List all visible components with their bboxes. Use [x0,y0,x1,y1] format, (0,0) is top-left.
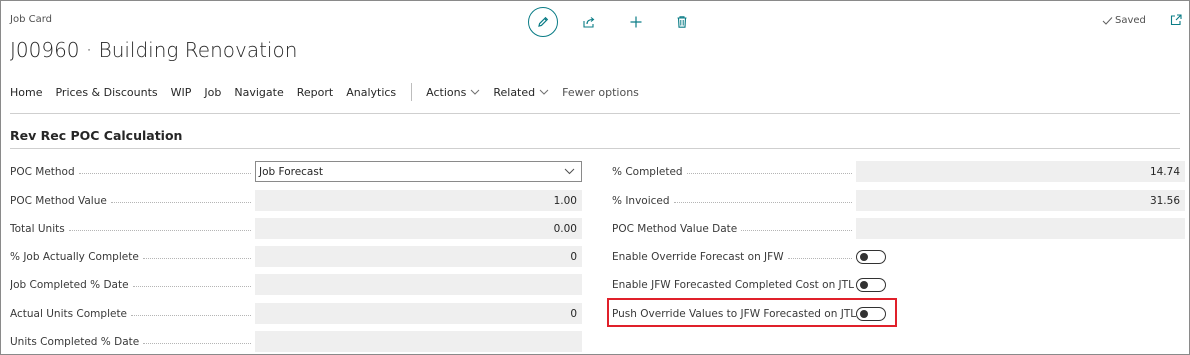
actual-units-complete-field[interactable]: 0 [255,303,582,324]
poc-method-value-date-field[interactable] [856,218,1185,239]
edit-icon [538,16,549,27]
section-title: Rev Rec POC Calculation [10,128,183,143]
menu-fewer-options[interactable]: Fewer options [562,86,639,99]
plus-icon [630,16,642,28]
pct-job-actually-complete-field[interactable]: 0 [255,246,582,267]
open-in-new-window-button[interactable] [1169,12,1183,26]
chevron-down-icon [539,89,549,95]
field-label: POC Method [10,165,75,178]
edit-button[interactable] [528,7,558,37]
select-value: Job Forecast [259,165,323,178]
menu-analytics[interactable]: Analytics [346,86,396,99]
poc-method-value-field[interactable]: 1.00 [255,190,582,211]
field-enable-jfw-forecasted: Enable JFW Forecasted Completed Cost on … [612,274,886,295]
toggle-knob [860,252,868,261]
chevron-down-icon [470,89,480,95]
menu-report[interactable]: Report [297,86,333,99]
job-completed-pct-date-field[interactable] [255,274,582,295]
field-pct-invoiced: % Invoiced 31.56 [612,190,1185,211]
menu-actions[interactable]: Actions [426,86,480,99]
toggle-knob [860,280,868,289]
job-card-window: Job Card J00960 · Building Renovation Sa… [0,0,1190,355]
chevron-down-icon [564,168,575,175]
field-label: % Completed [612,165,683,178]
pct-completed-field[interactable]: 14.74 [856,161,1185,182]
saved-label: Saved [1115,15,1146,26]
delete-icon [677,16,687,28]
popout-icon [1170,14,1182,26]
divider [10,148,1180,149]
menu-separator [411,83,413,101]
field-enable-override-forecast: Enable Override Forecast on JFW [612,246,886,267]
menu-navigate[interactable]: Navigate [234,86,283,99]
divider [10,113,1180,114]
field-units-completed-pct-date: Units Completed % Date [10,331,582,352]
page-title: J00960 · Building Renovation [10,38,298,62]
menu-related-label: Related [493,85,536,99]
menu-wip[interactable]: WIP [171,86,192,99]
page-caption: Job Card [10,14,52,25]
field-pct-completed: % Completed 14.74 [612,161,1185,182]
field-label: Actual Units Complete [10,307,128,320]
checkmark-icon [1102,16,1113,25]
field-pct-job-actually-complete: % Job Actually Complete 0 [10,246,582,267]
field-poc-method-value: POC Method Value 1.00 [10,190,582,211]
menu-job[interactable]: Job [204,86,221,99]
share-icon [583,17,595,28]
field-label: POC Method Value [10,194,107,207]
field-label: POC Method Value Date [612,222,738,235]
share-button[interactable] [574,7,604,37]
field-job-completed-pct-date: Job Completed % Date [10,274,582,295]
menu-home[interactable]: Home [10,86,42,99]
highlight-box [607,298,897,327]
field-poc-method: POC Method Job Forecast [10,161,582,182]
menu-prices-discounts[interactable]: Prices & Discounts [55,86,157,99]
units-completed-pct-date-field[interactable] [255,331,582,352]
menu-actions-label: Actions [426,85,467,99]
total-units-field[interactable]: 0.00 [255,218,582,239]
field-label: Job Completed % Date [10,278,129,291]
new-button[interactable] [621,7,651,37]
field-label: Enable JFW Forecasted Completed Cost on … [612,278,854,291]
field-actual-units-complete: Actual Units Complete 0 [10,303,582,324]
saved-status: Saved [1102,15,1146,26]
delete-button[interactable] [667,7,697,37]
enable-override-forecast-toggle[interactable] [856,249,886,264]
poc-method-select[interactable]: Job Forecast [255,161,582,182]
pct-invoiced-field[interactable]: 31.56 [856,190,1185,211]
field-label: Total Units [10,222,65,235]
field-label: % Invoiced [612,194,670,207]
field-label: Units Completed % Date [10,335,140,348]
field-total-units: Total Units 0.00 [10,218,582,239]
field-label: % Job Actually Complete [10,250,139,263]
field-poc-method-value-date: POC Method Value Date [612,218,1185,239]
action-bar: Home Prices & Discounts WIP Job Navigate… [10,80,1179,104]
menu-related[interactable]: Related [493,86,549,99]
field-label: Enable Override Forecast on JFW [612,250,784,263]
enable-jfw-forecasted-toggle[interactable] [856,277,886,292]
